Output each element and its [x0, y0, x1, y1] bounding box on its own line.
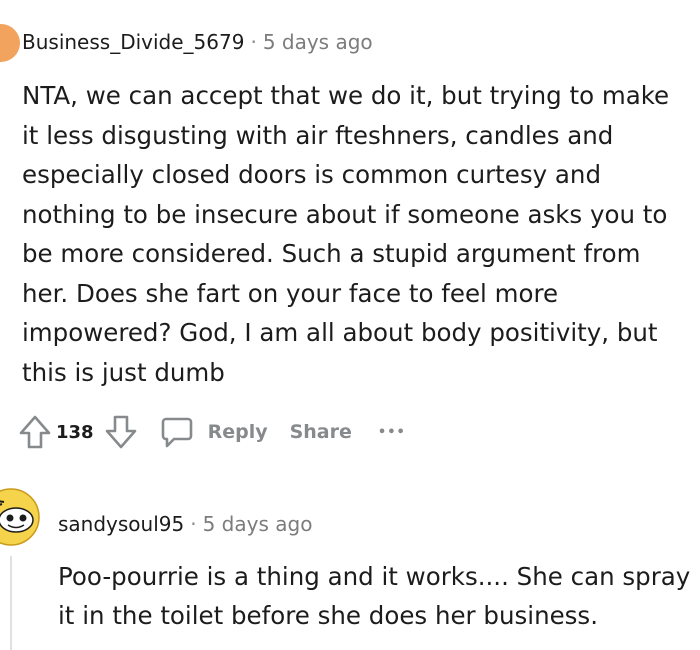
username[interactable]: Business_Divide_5679 [22, 30, 244, 54]
reply-label: Reply [207, 421, 268, 443]
share-button[interactable]: Share [290, 421, 352, 443]
meta-separator: · [250, 30, 257, 54]
timestamp[interactable]: 5 days ago [203, 512, 313, 536]
downvote-icon[interactable] [104, 414, 138, 450]
more-options-button[interactable]: ••• [378, 425, 406, 440]
username[interactable]: sandysoul95 [58, 512, 184, 536]
comment-body: NTA, we can accept that we do it, but tr… [22, 81, 670, 387]
timestamp[interactable]: 5 days ago [263, 30, 373, 54]
meta-separator: · [190, 512, 197, 536]
comment-icon [160, 415, 194, 449]
comment-actions: 138 Reply Share ••• [18, 410, 406, 454]
comment-meta: sandysoul95 · 5 days ago [58, 512, 312, 536]
avatar[interactable] [0, 24, 20, 62]
comment-body: Poo-pourrie is a thing and it works.... … [58, 562, 691, 630]
vote-count: 138 [56, 421, 94, 443]
reply-button[interactable]: Reply [160, 415, 268, 449]
thread-line[interactable] [10, 556, 12, 650]
comment-meta: Business_Divide_5679 · 5 days ago [22, 30, 373, 54]
avatar[interactable] [0, 486, 42, 548]
upvote-icon[interactable] [18, 414, 52, 450]
